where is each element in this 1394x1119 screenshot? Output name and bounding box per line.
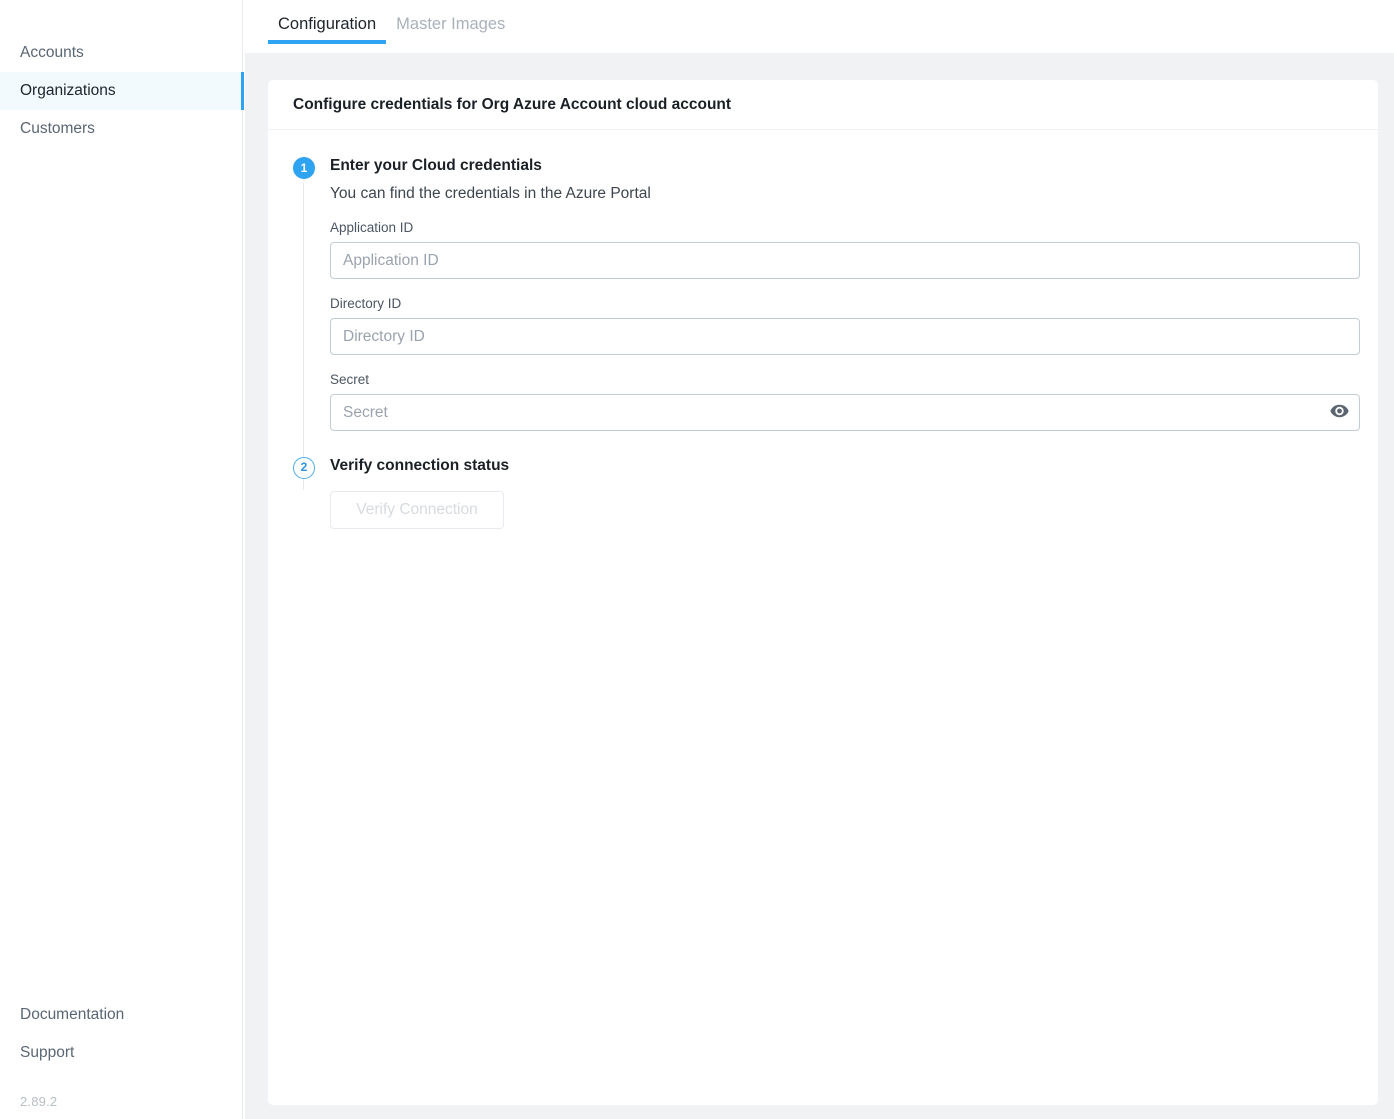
verify-button-wrap: Verify Connection bbox=[330, 491, 1378, 529]
step-1: 1 Enter your Cloud credentials You can f… bbox=[268, 155, 1378, 431]
application-id-label: Application ID bbox=[330, 220, 1360, 235]
sidebar-item-label: Accounts bbox=[20, 44, 84, 61]
tab-list: Configuration Master Images bbox=[268, 0, 515, 53]
support-label: Support bbox=[20, 1044, 74, 1061]
documentation-label: Documentation bbox=[20, 1006, 124, 1023]
sidebar-item-organizations[interactable]: Organizations bbox=[0, 72, 243, 110]
version-label: 2.89.2 bbox=[0, 1094, 243, 1109]
application-id-input[interactable] bbox=[330, 242, 1360, 279]
card-body: 1 Enter your Cloud credentials You can f… bbox=[268, 130, 1378, 529]
verify-connection-button[interactable]: Verify Connection bbox=[330, 491, 504, 529]
toggle-secret-visibility-button[interactable] bbox=[1328, 401, 1350, 423]
secret-label: Secret bbox=[330, 372, 1360, 387]
sidebar-nav: Accounts Organizations Customers bbox=[0, 34, 243, 148]
step-1-title: Enter your Cloud credentials bbox=[330, 155, 1378, 177]
field-directory-id: Directory ID bbox=[330, 296, 1360, 355]
eye-icon bbox=[1330, 404, 1349, 421]
sidebar-item-customers[interactable]: Customers bbox=[0, 110, 243, 148]
tab-configuration[interactable]: Configuration bbox=[268, 0, 386, 53]
step-1-badge: 1 bbox=[293, 157, 315, 179]
card-header-title: Configure credentials for Org Azure Acco… bbox=[268, 80, 1378, 130]
directory-id-input[interactable] bbox=[330, 318, 1360, 355]
sidebar-item-accounts[interactable]: Accounts bbox=[0, 34, 243, 72]
app-root: Accounts Organizations Customers Documen… bbox=[0, 0, 1394, 1119]
step-spacer bbox=[268, 431, 1378, 455]
sidebar-item-label: Organizations bbox=[20, 82, 116, 99]
step-2-badge: 2 bbox=[293, 457, 315, 479]
step-connector bbox=[303, 183, 304, 490]
sidebar-footer: Documentation Support 2.89.2 bbox=[0, 996, 243, 1119]
step-1-subtitle: You can find the credentials in the Azur… bbox=[330, 185, 1378, 203]
sidebar: Accounts Organizations Customers Documen… bbox=[0, 0, 243, 1119]
step-2: 2 Verify connection status Verify Connec… bbox=[268, 455, 1378, 529]
step-2-title: Verify connection status bbox=[330, 455, 1378, 477]
configuration-card: Configure credentials for Org Azure Acco… bbox=[268, 80, 1378, 1105]
tab-bar: Configuration Master Images bbox=[245, 0, 1394, 53]
tab-master-images[interactable]: Master Images bbox=[386, 0, 515, 53]
support-link[interactable]: Support bbox=[0, 1034, 243, 1072]
field-application-id: Application ID bbox=[330, 220, 1360, 279]
directory-id-label: Directory ID bbox=[330, 296, 1360, 311]
secret-input[interactable] bbox=[330, 394, 1360, 431]
content-area: Configure credentials for Org Azure Acco… bbox=[245, 53, 1394, 1119]
tab-label: Master Images bbox=[396, 15, 505, 33]
sidebar-item-label: Customers bbox=[20, 120, 95, 137]
field-secret: Secret bbox=[330, 372, 1360, 431]
tab-label: Configuration bbox=[278, 15, 376, 33]
documentation-link[interactable]: Documentation bbox=[0, 996, 243, 1034]
